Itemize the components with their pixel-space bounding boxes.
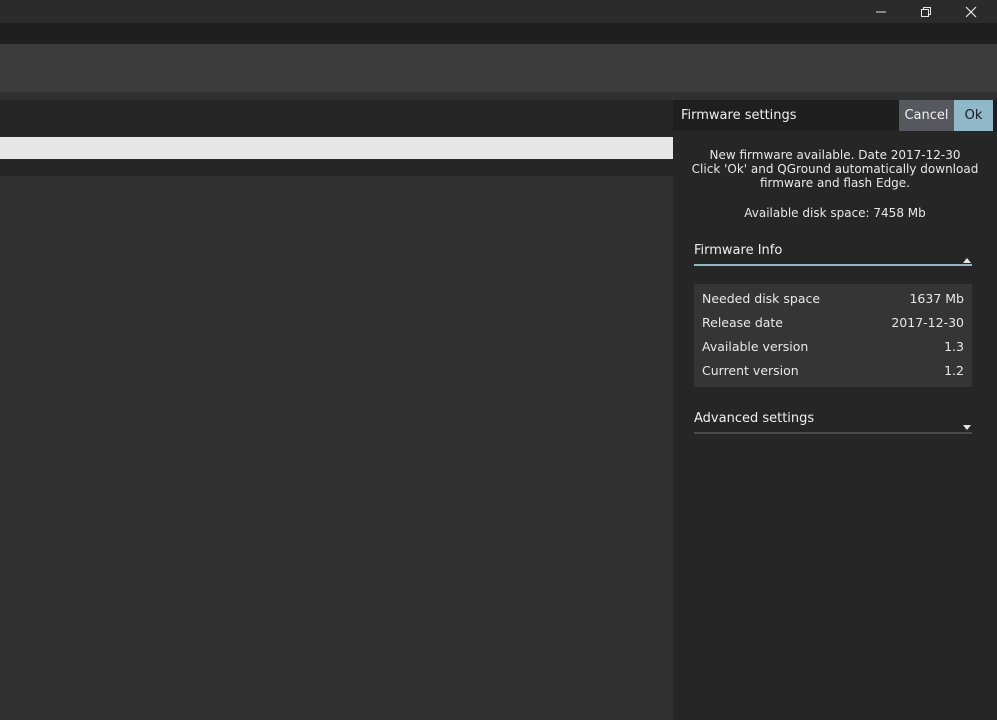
ok-button[interactable]: Ok — [954, 100, 993, 131]
info-value: 1637 Mb — [909, 291, 964, 306]
cancel-button[interactable]: Cancel — [899, 100, 954, 131]
message-line-2: Click 'Ok' and QGround automatically dow… — [691, 162, 979, 176]
title-bar — [0, 0, 997, 23]
advanced-settings-underline — [694, 432, 972, 434]
restore-icon — [920, 6, 932, 18]
panel-title: Firmware settings — [681, 108, 797, 123]
info-row: Needed disk space 1637 Mb — [694, 287, 972, 311]
advanced-settings-label: Advanced settings — [694, 411, 815, 426]
info-key: Available version — [702, 339, 809, 354]
content-subheader — [0, 159, 673, 176]
message-line-1: New firmware available. Date 2017-12-30 — [709, 148, 961, 162]
firmware-info-header[interactable]: Firmware Info — [694, 236, 972, 266]
close-icon — [965, 6, 977, 18]
minimize-button[interactable] — [859, 0, 903, 23]
info-key: Needed disk space — [702, 291, 821, 306]
info-value: 1.3 — [944, 339, 964, 354]
main-content-area — [0, 176, 673, 720]
info-row: Release date 2017-12-30 — [694, 311, 972, 335]
firmware-info-underline — [694, 264, 972, 266]
info-value: 2017-12-30 — [891, 315, 964, 330]
message-line-3: firmware and flash Edge. — [760, 176, 910, 190]
restore-button[interactable] — [904, 0, 948, 23]
firmware-info-table: Needed disk space 1637 Mb Release date 2… — [694, 284, 972, 387]
advanced-settings-header[interactable]: Advanced settings — [694, 404, 972, 434]
info-value: 1.2 — [944, 363, 964, 378]
info-key: Release date — [702, 315, 783, 330]
info-row: Current version 1.2 — [694, 359, 972, 383]
progress-bar — [0, 137, 673, 159]
content-header — [0, 100, 673, 137]
disk-space-text: Available disk space: 7458 Mb — [744, 206, 926, 220]
info-key: Current version — [702, 363, 799, 378]
panel-header: Firmware settings Cancel Ok — [673, 100, 997, 131]
minimize-icon — [875, 6, 887, 18]
info-row: Available version 1.3 — [694, 335, 972, 359]
toolbar — [0, 44, 997, 92]
firmware-info-label: Firmware Info — [694, 243, 783, 258]
menu-strip — [0, 23, 997, 44]
close-button[interactable] — [949, 0, 993, 23]
firmware-settings-panel: Firmware settings Cancel Ok New firmware… — [673, 100, 997, 720]
